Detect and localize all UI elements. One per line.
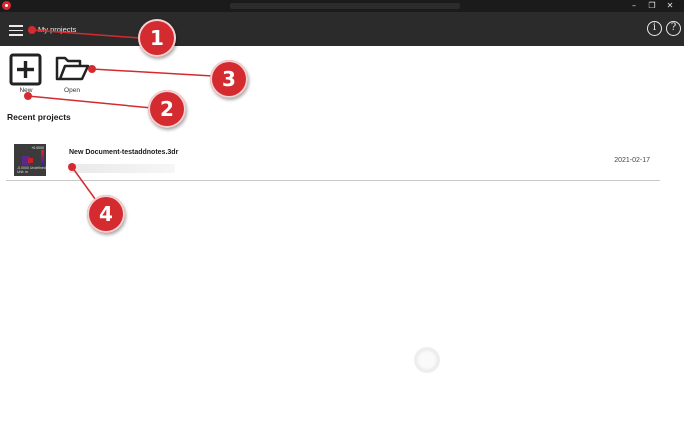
annotation-callout-1: 1 xyxy=(138,19,176,57)
help-icon[interactable]: ? xyxy=(666,21,681,36)
info-icon[interactable]: i xyxy=(647,21,662,36)
project-name: New Document-testaddnotes.3dr xyxy=(69,149,179,156)
minimize-button[interactable]: – xyxy=(625,0,643,12)
annotation-dot-1 xyxy=(28,26,36,34)
project-path-blurred xyxy=(69,164,175,173)
app-logo-icon xyxy=(2,1,11,10)
hamburger-menu-icon[interactable] xyxy=(9,25,23,36)
loading-spinner xyxy=(414,347,440,373)
restore-button[interactable]: ❐ xyxy=(643,0,661,12)
window-title-blurred xyxy=(230,3,460,9)
close-button[interactable]: ✕ xyxy=(661,0,679,12)
annotation-callout-2: 2 xyxy=(148,90,186,128)
recent-project-row[interactable]: +0.0000 -0.0000 Undefined Unit: m New Do… xyxy=(6,140,660,181)
annotation-dot-3 xyxy=(88,65,96,73)
new-project-button[interactable]: New xyxy=(6,53,46,97)
window-titlebar: – ❐ ✕ xyxy=(0,0,684,12)
app-header: My projects i ? xyxy=(0,12,684,46)
annotation-callout-4: 4 xyxy=(87,195,125,233)
annotation-dot-4 xyxy=(68,163,76,171)
open-label: Open xyxy=(64,87,80,94)
open-project-button[interactable]: Open xyxy=(52,53,92,97)
recent-projects-heading: Recent projects xyxy=(7,112,71,122)
plus-box-icon xyxy=(9,53,42,86)
annotation-dot-2 xyxy=(24,92,32,100)
annotation-callout-3: 3 xyxy=(210,60,248,98)
page-title: My projects xyxy=(38,25,77,34)
project-thumbnail: +0.0000 -0.0000 Undefined Unit: m xyxy=(14,144,46,176)
project-date: 2021-02-17 xyxy=(614,157,650,164)
folder-open-icon xyxy=(55,56,90,81)
